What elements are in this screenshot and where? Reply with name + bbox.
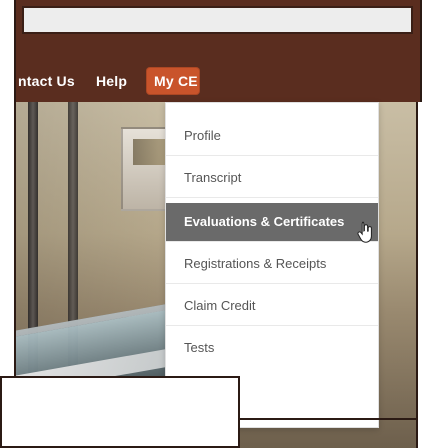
menu-separator [166,325,378,326]
menu-item-claim-credit[interactable]: Claim Credit [166,287,378,325]
menu-separator [166,155,378,156]
menu-item-tests[interactable]: Tests [166,329,378,367]
bottom-left-overlay [0,376,240,448]
menu-separator [166,241,378,242]
menu-item-registrations-receipts[interactable]: Registrations & Receipts [166,245,378,283]
top-bar [14,0,422,42]
hand-pointer-icon [356,221,374,243]
menu-item-profile[interactable]: Profile [166,117,378,155]
nav-help[interactable]: Help [88,67,136,95]
menu-separator [166,197,378,198]
menu-item-evaluations-certificates[interactable]: Evaluations & Certificates [166,203,378,241]
main-nav: ntact Us Help My CE [14,42,422,102]
nav-contact-us[interactable]: ntact Us [10,67,86,95]
menu-separator [166,283,378,284]
menu-item-transcript[interactable]: Transcript [166,159,378,197]
screenshot-frame: ntact Us Help My CE Profile Transcript E… [0,0,422,448]
nav-my-ce[interactable]: My CE [146,67,200,95]
top-input-area [22,6,413,34]
bottom-border-line [240,418,418,420]
